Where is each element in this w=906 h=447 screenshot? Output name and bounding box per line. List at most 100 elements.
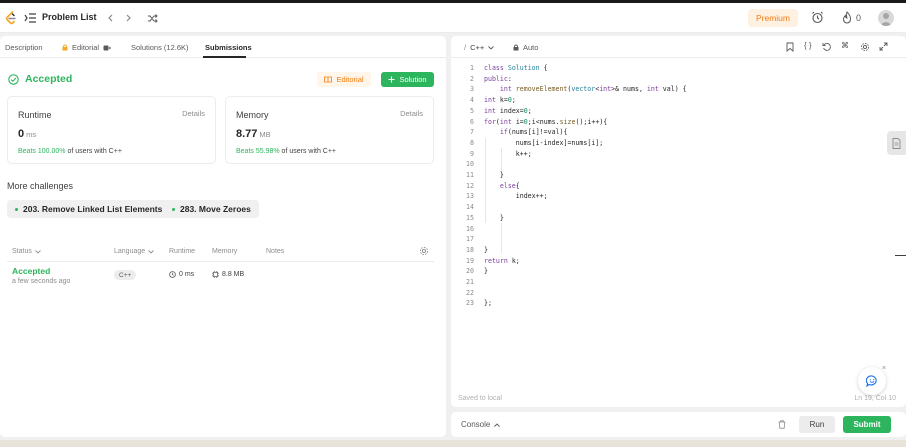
code-line[interactable]: 23};	[451, 298, 906, 309]
code-line[interactable]: 11 }	[451, 170, 906, 181]
memory-beats: Beats 55.98% of users with C++	[236, 148, 336, 155]
side-panel-tab[interactable]	[887, 131, 906, 155]
memory-chip-icon	[212, 271, 219, 278]
memory-beats-rest: of users with C++	[281, 148, 337, 155]
alarm-clock-icon[interactable]	[811, 11, 824, 24]
line-number: 20	[466, 267, 474, 276]
code-line[interactable]: 7 if(nums[i]!=val){	[451, 127, 906, 138]
trash-icon[interactable]	[778, 420, 786, 429]
runtime-details-link[interactable]: Details	[182, 109, 205, 118]
tab-submissions[interactable]: Submissions	[205, 43, 252, 52]
code-line[interactable]: 14	[451, 202, 906, 213]
runtime-beats: Beats 100.00% of users with C++	[18, 148, 122, 155]
problem-list-icon[interactable]	[24, 12, 37, 24]
code-text: else{	[499, 181, 520, 190]
code-line[interactable]: 1 class Solution {	[451, 63, 906, 74]
format-code-icon[interactable]: { }	[804, 41, 812, 50]
line-number: 18	[466, 245, 474, 254]
code-text: int removeElement(vector<int>& nums, int…	[499, 85, 687, 94]
code-line[interactable]: 2 public:	[451, 74, 906, 85]
code-text: k++;	[515, 149, 532, 158]
status-column-header[interactable]: Status	[12, 248, 41, 255]
table-divider	[7, 261, 434, 262]
video-icon	[103, 45, 111, 50]
line-number: 23	[466, 299, 474, 308]
editorial-button[interactable]: Editorial	[317, 72, 371, 87]
code-line[interactable]: 21	[451, 277, 906, 288]
post-solution-button[interactable]: Solution	[381, 72, 434, 87]
code-line[interactable]: 22	[451, 288, 906, 299]
challenge-chip-label: 283. Move Zeroes	[180, 204, 251, 214]
line-number: 10	[466, 160, 474, 169]
document-icon	[892, 137, 901, 149]
book-icon	[324, 76, 333, 83]
code-line[interactable]: 15 }	[451, 213, 906, 224]
code-line[interactable]: 19 return k;	[451, 256, 906, 267]
row-runtime: 0 ms	[169, 271, 194, 278]
command-icon[interactable]: ⌘	[841, 41, 849, 50]
chevron-up-icon	[494, 422, 501, 427]
console-toggle[interactable]: Console	[461, 420, 501, 429]
fullscreen-icon[interactable]	[879, 42, 888, 51]
challenge-chip[interactable]: 283. Move Zeroes	[164, 200, 259, 218]
notes-column-header: Notes	[266, 248, 285, 255]
row-runtime-value: 0 ms	[179, 271, 195, 278]
run-button[interactable]: Run	[799, 416, 835, 433]
code-line[interactable]: 3 int removeElement(vector<int>& nums, i…	[451, 84, 906, 95]
panel-resize-handle[interactable]	[447, 36, 450, 437]
language-selector[interactable]: / C++	[464, 43, 495, 52]
gear-icon[interactable]	[419, 246, 429, 256]
code-line[interactable]: 6 for(int i=0;i<nums.size();i++){	[451, 117, 906, 128]
next-problem-button[interactable]	[122, 11, 136, 25]
memory-details-link[interactable]: Details	[400, 109, 423, 118]
row-status[interactable]: Accepted	[12, 266, 50, 276]
submit-button[interactable]: Submit	[843, 416, 891, 433]
code-line[interactable]: 17	[451, 234, 906, 245]
leetcode-logo-icon[interactable]	[5, 11, 17, 25]
line-number: 6	[470, 117, 474, 126]
settings-gear-icon[interactable]	[860, 42, 870, 52]
tab-description[interactable]: Description	[5, 43, 43, 52]
code-text: if(nums[i]!=val){	[499, 128, 568, 137]
code-text: return k;	[484, 256, 520, 265]
memory-card[interactable]: Memory Details 8.77 MB Beats 55.98% of us…	[225, 96, 434, 164]
challenge-chip[interactable]: 203. Remove Linked List Elements	[7, 200, 171, 218]
code-line[interactable]: 13 index++;	[451, 191, 906, 202]
chevron-down-icon	[148, 249, 154, 254]
runtime-number: 0	[18, 128, 25, 140]
code-text: };	[484, 299, 492, 308]
code-line[interactable]: 16	[451, 224, 906, 235]
random-problem-button[interactable]	[145, 11, 159, 25]
premium-button[interactable]: Premium	[748, 9, 798, 27]
auto-mode-toggle[interactable]: Auto	[513, 43, 538, 52]
runtime-title: Runtime	[18, 110, 52, 120]
reset-icon[interactable]	[822, 42, 832, 52]
language-column-header[interactable]: Language	[114, 248, 154, 255]
runtime-card[interactable]: Runtime Details 0 ms Beats 100.00% of use…	[7, 96, 216, 164]
code-text: }	[484, 267, 488, 276]
line-number: 14	[466, 203, 474, 212]
tab-editorial[interactable]: Editorial	[62, 43, 111, 52]
problem-list-link[interactable]: Problem List	[42, 12, 97, 22]
code-line[interactable]: 18}	[451, 245, 906, 256]
prev-problem-button[interactable]	[103, 11, 117, 25]
language-header-label: Language	[114, 248, 146, 255]
streak-fire-icon[interactable]	[842, 11, 852, 24]
browser-bottom-strip	[0, 440, 906, 447]
code-text: for(int i=0;i<nums.size();i++){	[484, 117, 608, 126]
code-line[interactable]: 20}	[451, 266, 906, 277]
row-time: a few seconds ago	[12, 278, 71, 285]
tab-solutions[interactable]: Solutions (12.6K)	[131, 43, 189, 52]
line-number: 2	[470, 74, 474, 83]
close-icon[interactable]: ×	[880, 365, 888, 373]
chat-bubble-icon	[866, 375, 877, 387]
code-line[interactable]: 5 int index=0;	[451, 106, 906, 117]
line-number: 3	[470, 85, 474, 94]
code-line[interactable]: 12 else{	[451, 181, 906, 192]
bookmark-icon[interactable]	[786, 42, 794, 52]
code-line[interactable]: 8 nums[i-index]=nums[i];	[451, 138, 906, 149]
code-line[interactable]: 9 k++;	[451, 149, 906, 160]
code-line[interactable]: 10	[451, 159, 906, 170]
code-line[interactable]: 4 int k=0;	[451, 95, 906, 106]
avatar[interactable]	[878, 10, 894, 26]
